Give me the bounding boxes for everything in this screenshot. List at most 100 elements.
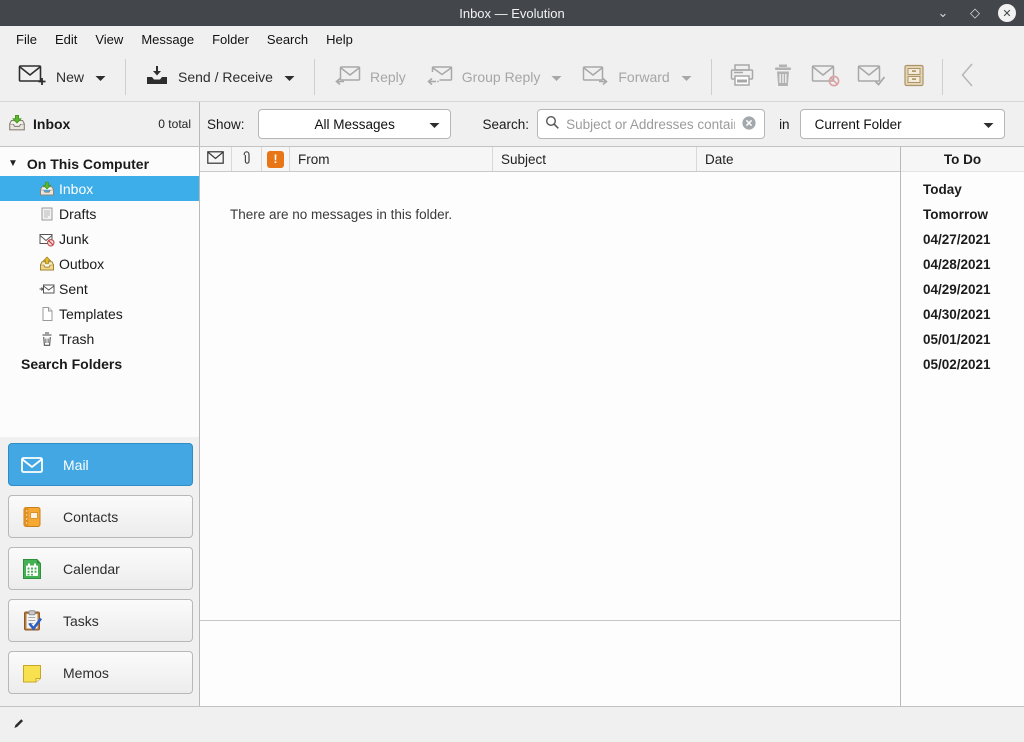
empty-folder-message: There are no messages in this folder. [230,207,900,222]
sidebar-item-outbox[interactable]: Outbox [0,251,199,276]
message-list-header: ! From Subject Date [200,147,900,172]
junk-button[interactable] [803,57,849,96]
todo-item-date[interactable]: 04/28/2021 [901,252,1024,277]
search-box[interactable] [537,109,765,139]
todo-item-date[interactable]: 05/02/2021 [901,352,1024,377]
forward-icon [582,64,609,89]
sidebar-item-junk[interactable]: Junk [0,226,199,251]
trash-icon [38,330,55,347]
todo-item-date[interactable]: 04/27/2021 [901,227,1024,252]
search-input[interactable] [566,117,735,132]
new-button[interactable]: New [8,58,116,95]
calendar-icon [20,557,44,581]
filter-bar: Inbox 0 total Show: All Messages Search:… [0,102,1024,147]
reply-button[interactable]: Reply [324,58,416,95]
forward-dropdown-icon[interactable] [681,69,692,85]
switcher-contacts-button[interactable]: Contacts [8,495,193,538]
todo-panel: To Do Today Tomorrow 04/27/2021 04/28/20… [900,147,1024,706]
todo-item-date[interactable]: 04/30/2021 [901,302,1024,327]
toolbar: New Send / Receive Reply Group Reply [0,52,1024,102]
menu-view[interactable]: View [86,28,132,51]
search-scope-dropdown[interactable]: Current Folder [800,109,1005,139]
todo-item-tomorrow[interactable]: Tomorrow [901,202,1024,227]
menu-file[interactable]: File [7,28,46,51]
expander-icon[interactable]: ▼ [8,158,18,169]
menu-edit[interactable]: Edit [46,28,86,51]
sidebar-item-drafts[interactable]: Drafts [0,201,199,226]
sidebar-item-on-this-computer[interactable]: ▼ On This Computer [0,151,199,176]
sidebar-item-templates[interactable]: Templates [0,301,199,326]
send-receive-label: Send / Receive [178,69,273,85]
minimize-icon[interactable]: ⌄ [934,4,952,22]
show-filter-dropdown[interactable]: All Messages [258,109,451,139]
show-filter-value: All Messages [315,117,395,132]
preview-pane [200,621,900,706]
message-list-pane: ! From Subject Date There are no message… [200,147,900,706]
forward-label: Forward [618,69,669,85]
send-receive-button[interactable]: Send / Receive [135,58,305,95]
drafts-icon [38,205,55,222]
message-list-body[interactable]: There are no messages in this folder. [200,172,900,621]
new-dropdown-icon[interactable] [95,69,106,85]
todo-item-date[interactable]: 05/01/2021 [901,327,1024,352]
tasks-icon [20,609,44,633]
group-reply-label: Group Reply [462,69,541,85]
column-status[interactable] [200,147,232,171]
group-reply-button[interactable]: Group Reply [416,58,573,95]
inbox-icon [38,180,55,197]
print-button[interactable] [721,57,763,97]
toolbar-separator [711,59,712,95]
templates-icon [38,305,55,322]
switcher-memos-button[interactable]: Memos [8,651,193,694]
todo-item-today[interactable]: Today [901,177,1024,202]
delete-button[interactable] [763,57,803,97]
close-icon[interactable]: ✕ [998,4,1016,22]
archive-button[interactable] [895,58,933,96]
menu-folder[interactable]: Folder [203,28,258,51]
sidebar-item-trash[interactable]: Trash [0,326,199,351]
sidebar-item-sent[interactable]: Sent [0,276,199,301]
search-scope-value: Current Folder [815,117,902,132]
search-folders-label: Search Folders [21,356,122,372]
switcher-calendar-button[interactable]: Calendar [8,547,193,590]
menu-help[interactable]: Help [317,28,362,51]
menu-message[interactable]: Message [132,28,203,51]
message-count: 0 total [158,117,191,131]
mail-icon [20,453,44,477]
maximize-icon[interactable]: ◇ [966,4,984,22]
print-icon [729,63,755,91]
forward-button[interactable]: Forward [572,58,701,95]
folder-label: Junk [59,231,89,247]
clear-search-icon[interactable] [741,115,757,134]
todo-item-date[interactable]: 04/29/2021 [901,277,1024,302]
toolbar-separator [314,59,315,95]
current-folder-name: Inbox [33,116,70,132]
group-reply-dropdown-icon[interactable] [551,69,562,85]
menu-search[interactable]: Search [258,28,317,51]
previous-message-button[interactable] [952,56,982,97]
send-receive-dropdown-icon[interactable] [284,69,295,85]
switcher-tasks-button[interactable]: Tasks [8,599,193,642]
column-subject[interactable]: Subject [493,147,697,171]
column-attachment[interactable] [232,147,262,171]
column-important[interactable]: ! [262,147,290,171]
column-date[interactable]: Date [697,147,900,171]
chevron-down-icon [429,117,440,132]
folder-label: Trash [59,331,94,347]
folder-label: Outbox [59,256,104,272]
reply-label: Reply [370,69,406,85]
show-label: Show: [207,117,245,132]
folder-label: Inbox [59,181,93,197]
switcher-mail-button[interactable]: Mail [8,443,193,486]
not-junk-button[interactable] [849,57,895,96]
sidebar-item-inbox[interactable]: Inbox [0,176,199,201]
inbox-icon [8,114,26,135]
folder-tree: ▼ On This Computer Inbox Drafts Junk [0,147,199,437]
archive-icon [903,64,925,90]
junk-icon [38,230,55,247]
column-from[interactable]: From [290,147,493,171]
switcher-label: Tasks [63,613,99,629]
filter-controls: Show: All Messages Search: in Current Fo… [200,102,1024,146]
sidebar-item-search-folders[interactable]: Search Folders [0,351,199,376]
chevron-down-icon [983,117,994,132]
